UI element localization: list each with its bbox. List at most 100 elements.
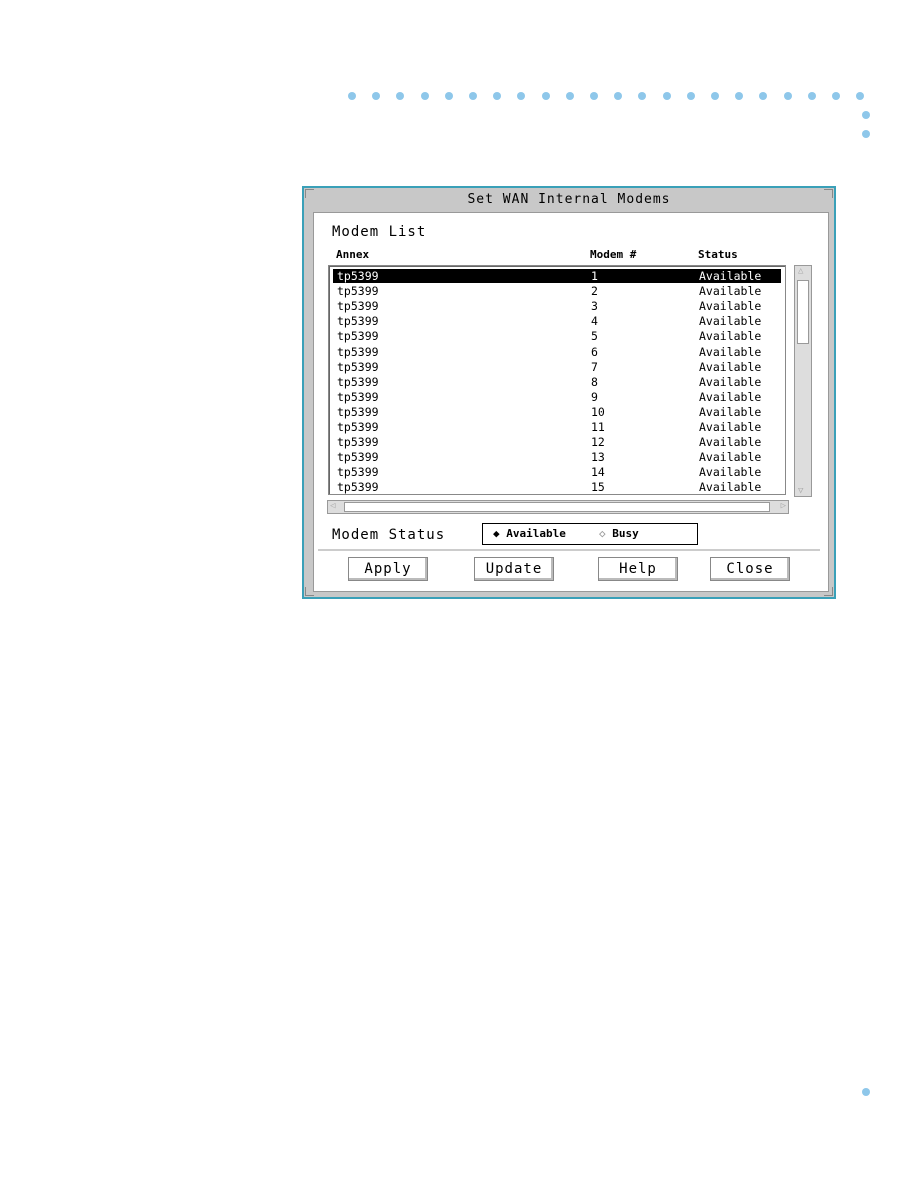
radio-available[interactable]: ◆ Available bbox=[493, 527, 566, 540]
status-cell: Available bbox=[699, 465, 762, 480]
decorative-dot bbox=[735, 92, 744, 100]
modem-number-cell: 11 bbox=[591, 420, 605, 434]
status-cell: Available bbox=[699, 374, 762, 389]
status-cell: Available bbox=[699, 269, 762, 283]
help-button[interactable]: Help bbox=[598, 557, 678, 581]
horizontal-scrollbar[interactable]: ◁ ▷ bbox=[327, 500, 789, 514]
status-cell: Available bbox=[699, 404, 762, 419]
decorative-dot bbox=[469, 92, 477, 100]
modem-number-cell: 10 bbox=[591, 404, 605, 419]
decorative-dot bbox=[493, 92, 502, 100]
decorative-dot bbox=[711, 92, 719, 100]
modem-number-cell: 8 bbox=[591, 374, 598, 389]
decorative-dot bbox=[807, 92, 816, 100]
modem-status-radio-group: ◆ Available ◇ Busy bbox=[482, 523, 698, 545]
decorative-dot bbox=[420, 92, 429, 100]
table-row[interactable]: tp5399 3 Available bbox=[333, 299, 781, 313]
decorative-dot bbox=[686, 92, 695, 100]
annex-cell: tp5399 bbox=[337, 314, 379, 329]
scroll-left-icon[interactable]: ◁ bbox=[330, 501, 335, 511]
decorative-dot bbox=[759, 92, 768, 100]
column-header-status: Status bbox=[698, 248, 738, 261]
close-button[interactable]: Close bbox=[710, 557, 790, 581]
status-cell: Available bbox=[699, 359, 762, 374]
decorative-dot bbox=[348, 92, 356, 100]
table-row[interactable]: tp5399 6 Available bbox=[333, 345, 781, 359]
annex-cell: tp5399 bbox=[337, 404, 379, 419]
decorative-dot bbox=[517, 92, 526, 100]
table-row[interactable]: tp5399 4 Available bbox=[333, 314, 781, 328]
table-row[interactable]: tp5399 8 Available bbox=[333, 375, 781, 389]
modem-number-cell: 13 bbox=[591, 450, 605, 465]
table-row[interactable]: tp5399 7 Available bbox=[333, 360, 781, 374]
scroll-down-icon[interactable]: ▽ bbox=[798, 486, 803, 496]
modem-status-label: Modem Status bbox=[332, 527, 446, 543]
radio-busy[interactable]: ◇ Busy bbox=[599, 527, 639, 540]
table-row[interactable]: tp5399 15 Available bbox=[333, 480, 781, 494]
table-row[interactable]: tp5399 13 Available bbox=[333, 450, 781, 464]
divider bbox=[318, 549, 820, 551]
radio-unselected-icon: ◇ bbox=[599, 527, 606, 540]
annex-cell: tp5399 bbox=[337, 329, 379, 344]
table-row[interactable]: tp5399 12 Available bbox=[333, 435, 781, 449]
table-row[interactable]: tp5399 14 Available bbox=[333, 465, 781, 479]
status-cell: Available bbox=[699, 284, 762, 299]
decorative-dot bbox=[372, 92, 381, 100]
annex-cell: tp5399 bbox=[337, 465, 379, 480]
vertical-scrollbar[interactable]: △ ▽ bbox=[794, 265, 812, 497]
table-row[interactable]: tp5399 10 Available bbox=[333, 405, 781, 419]
scroll-thumb[interactable] bbox=[344, 502, 770, 512]
scroll-up-icon[interactable]: △ bbox=[798, 266, 803, 276]
modem-number-cell: 2 bbox=[591, 284, 598, 299]
decorative-dot bbox=[614, 92, 623, 100]
modem-number-cell: 12 bbox=[591, 435, 605, 450]
decorative-dot bbox=[862, 130, 870, 138]
decorative-dot bbox=[856, 92, 865, 100]
table-row[interactable]: tp5399 5 Available bbox=[333, 329, 781, 343]
annex-cell: tp5399 bbox=[337, 435, 379, 450]
decorative-dot bbox=[832, 92, 840, 100]
table-row[interactable]: tp5399 11 Available bbox=[333, 420, 781, 434]
decorative-dot bbox=[662, 92, 671, 100]
modem-number-cell: 1 bbox=[591, 269, 598, 283]
decorative-dot bbox=[396, 92, 405, 100]
annex-cell: tp5399 bbox=[337, 344, 379, 359]
status-cell: Available bbox=[699, 450, 762, 465]
modem-number-cell: 3 bbox=[591, 299, 598, 314]
annex-cell: tp5399 bbox=[337, 359, 379, 374]
annex-cell: tp5399 bbox=[337, 450, 379, 465]
status-cell: Available bbox=[699, 480, 762, 495]
annex-cell: tp5399 bbox=[337, 269, 379, 283]
decorative-dot bbox=[590, 92, 598, 100]
annex-cell: tp5399 bbox=[337, 420, 379, 434]
annex-cell: tp5399 bbox=[337, 284, 379, 299]
scroll-thumb[interactable] bbox=[797, 280, 809, 344]
decorative-dot bbox=[862, 1088, 870, 1096]
modem-number-cell: 9 bbox=[591, 389, 598, 404]
annex-cell: tp5399 bbox=[337, 299, 379, 314]
decorative-dot bbox=[541, 92, 550, 100]
annex-cell: tp5399 bbox=[337, 480, 379, 495]
decorative-dot bbox=[444, 92, 453, 100]
set-wan-internal-modems-dialog: Set WAN Internal Modems Modem List Annex… bbox=[302, 186, 836, 599]
status-cell: Available bbox=[699, 389, 762, 404]
scroll-right-icon[interactable]: ▷ bbox=[781, 501, 786, 511]
update-button[interactable]: Update bbox=[474, 557, 554, 581]
modem-list[interactable]: tp5399 1 Available tp5399 2 Available tp5399 3 A… bbox=[328, 265, 786, 495]
table-row[interactable]: tp5399 2 Available bbox=[333, 284, 781, 298]
status-cell: Available bbox=[699, 344, 762, 359]
table-row[interactable]: tp5399 1 Available bbox=[333, 269, 781, 283]
status-cell: Available bbox=[699, 314, 762, 329]
apply-button[interactable]: Apply bbox=[348, 557, 428, 581]
modem-list-label: Modem List bbox=[332, 224, 427, 240]
dialog-title: Set WAN Internal Modems bbox=[467, 192, 671, 207]
annex-cell: tp5399 bbox=[337, 389, 379, 404]
modem-number-cell: 14 bbox=[591, 465, 605, 480]
decorative-dot bbox=[565, 92, 574, 100]
status-cell: Available bbox=[699, 299, 762, 314]
table-row[interactable]: tp5399 9 Available bbox=[333, 390, 781, 404]
annex-cell: tp5399 bbox=[337, 374, 379, 389]
modem-number-cell: 5 bbox=[591, 329, 598, 344]
modem-number-cell: 15 bbox=[591, 480, 605, 495]
status-cell: Available bbox=[699, 435, 762, 450]
